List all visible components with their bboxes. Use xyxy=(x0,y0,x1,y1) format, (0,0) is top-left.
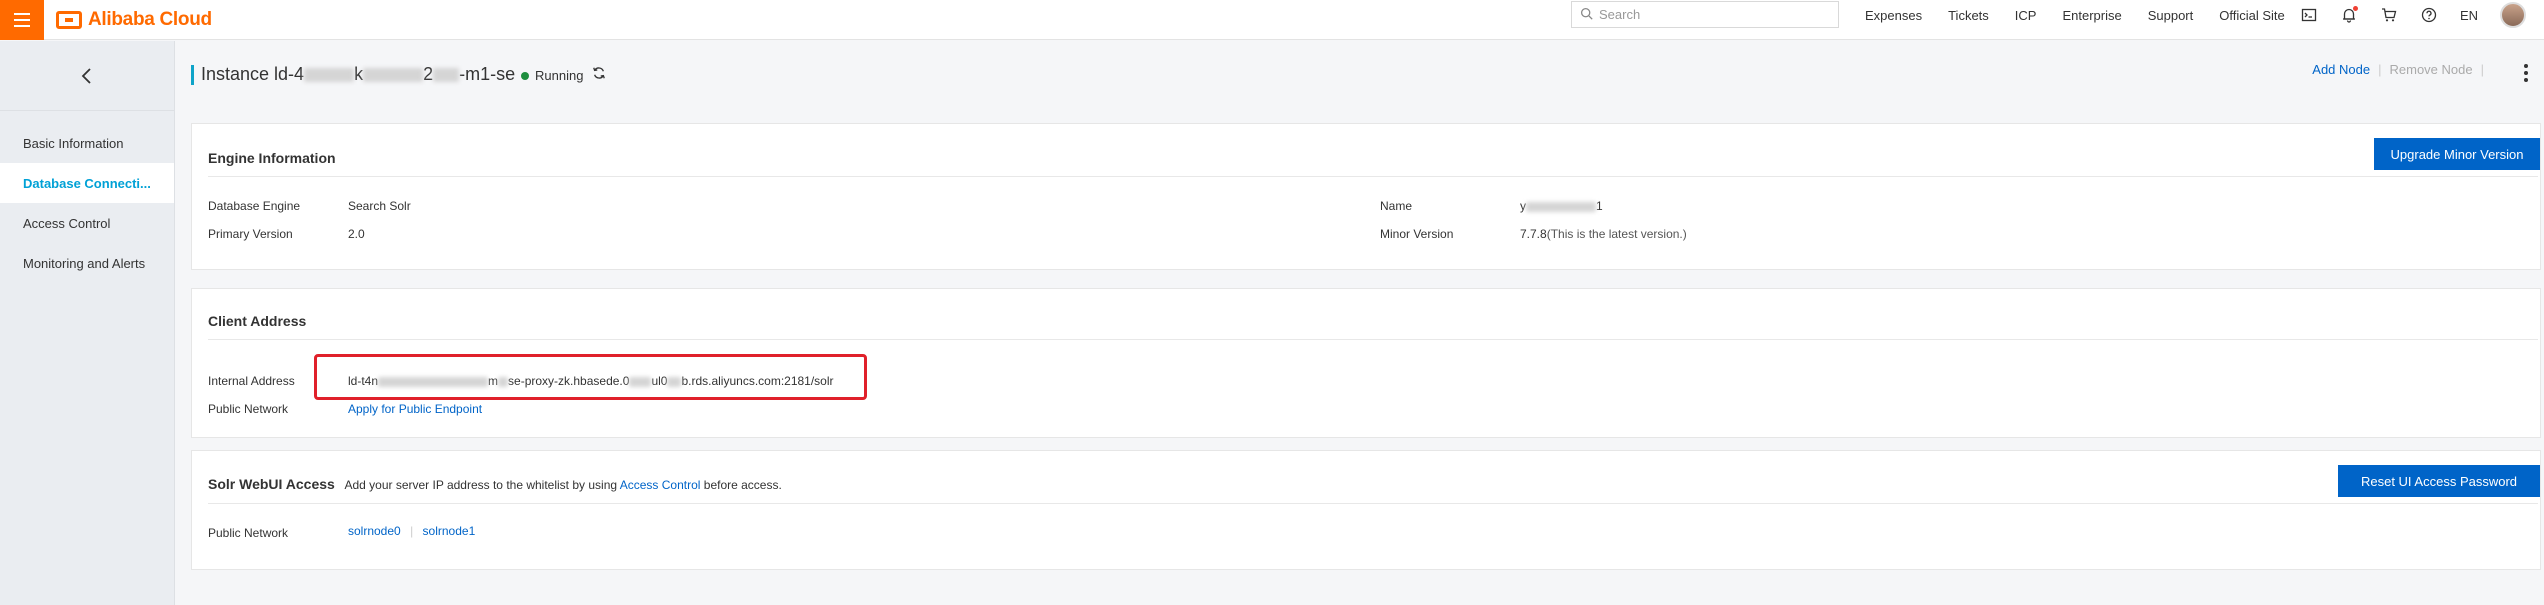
separator: | xyxy=(2480,62,2484,77)
redacted-text xyxy=(1526,201,1596,212)
status-dot xyxy=(521,71,529,80)
internal-address-label: Internal Address xyxy=(208,374,295,388)
hamburger-menu-icon[interactable] xyxy=(0,0,44,40)
main-content: Instance ld-4 k 2 -m1-se Running Add Node |… xyxy=(176,41,2544,605)
redacted-text xyxy=(304,68,355,83)
access-control-link[interactable]: Access Control xyxy=(620,478,701,492)
bell-icon[interactable] xyxy=(2340,6,2358,24)
node-actions: Add Node | Remove Node | xyxy=(2312,62,2484,77)
notification-dot xyxy=(2353,6,2358,11)
sidebar-item-database-connection[interactable]: Database Connecti... xyxy=(0,163,174,203)
terminal-icon[interactable] xyxy=(2300,6,2318,24)
name-value-end: 1 xyxy=(1596,199,1603,213)
desc-after: before access. xyxy=(703,478,782,492)
support-link[interactable]: Support xyxy=(2148,8,2194,23)
top-navigation-bar: Alibaba Cloud Expenses Tickets ICP Enter… xyxy=(0,0,2544,40)
separator: | xyxy=(410,524,414,538)
solr-webui-header: Solr WebUI Access Add your server IP add… xyxy=(208,476,782,492)
desc-before: Add your server IP address to the whitel… xyxy=(344,478,618,492)
separator: | xyxy=(2378,62,2382,77)
remove-node-link[interactable]: Remove Node xyxy=(2390,62,2473,77)
refresh-icon[interactable] xyxy=(592,66,606,83)
database-engine-value: Search Solr xyxy=(348,199,411,213)
title-mid2: 2 xyxy=(423,64,434,84)
enterprise-link[interactable]: Enterprise xyxy=(2062,8,2121,23)
upgrade-minor-version-button[interactable]: Upgrade Minor Version xyxy=(2374,138,2540,170)
search-input[interactable] xyxy=(1599,7,1829,22)
search-icon xyxy=(1580,7,1593,23)
chevron-left-icon xyxy=(81,67,91,84)
sidebar-item-basic-information[interactable]: Basic Information xyxy=(0,123,174,163)
tickets-link[interactable]: Tickets xyxy=(1948,8,1989,23)
apply-public-endpoint-link[interactable]: Apply for Public Endpoint xyxy=(348,402,482,416)
top-icons: EN xyxy=(2300,0,2527,30)
title-mid: k xyxy=(354,64,364,84)
solr-webui-card: Solr WebUI Access Add your server IP add… xyxy=(191,450,2541,570)
language-switch[interactable]: EN xyxy=(2460,8,2478,23)
help-icon[interactable] xyxy=(2420,6,2438,24)
redacted-text xyxy=(363,68,424,83)
divider xyxy=(208,503,2538,504)
top-links: Expenses Tickets ICP Enterprise Support … xyxy=(1865,0,2311,30)
divider xyxy=(208,176,2538,177)
name-label: Name xyxy=(1380,199,1413,213)
database-engine-label: Database Engine xyxy=(208,199,301,213)
primary-version-value: 2.0 xyxy=(348,227,365,241)
primary-version-label: Primary Version xyxy=(208,227,293,241)
client-address-title: Client Address xyxy=(208,313,307,329)
back-button[interactable] xyxy=(0,41,174,111)
add-node-link[interactable]: Add Node xyxy=(2312,62,2370,77)
user-avatar[interactable] xyxy=(2500,2,2527,28)
name-value: y1 xyxy=(1520,199,1603,213)
brand-name: Alibaba Cloud xyxy=(88,8,212,30)
redacted-text xyxy=(433,68,460,83)
official-site-link[interactable]: Official Site xyxy=(2219,8,2285,23)
engine-information-title: Engine Information xyxy=(208,150,336,166)
sidebar-item-monitoring-alerts[interactable]: Monitoring and Alerts xyxy=(0,243,174,283)
title-suffix: -m1-se xyxy=(459,64,516,84)
public-network-label: Public Network xyxy=(208,402,289,416)
solrnode1-link[interactable]: solrnode1 xyxy=(423,524,476,538)
sidebar-item-access-control[interactable]: Access Control xyxy=(0,203,174,243)
search-box[interactable] xyxy=(1571,1,1839,28)
cart-icon[interactable] xyxy=(2380,6,2398,24)
solr-webui-title: Solr WebUI Access xyxy=(208,476,335,492)
webui-public-network-label: Public Network xyxy=(208,526,289,540)
minor-version-label: Minor Version xyxy=(1380,227,1454,241)
client-address-card: Client Address Internal Address ld-t4n m s… xyxy=(191,288,2541,438)
status-text: Running xyxy=(535,68,584,83)
alibaba-logo-icon xyxy=(56,10,82,29)
solrnode0-link[interactable]: solrnode0 xyxy=(348,524,401,538)
alibaba-cloud-logo[interactable]: Alibaba Cloud xyxy=(56,9,212,31)
more-options-icon[interactable] xyxy=(2518,61,2534,85)
solr-node-links: solrnode0 | solrnode1 xyxy=(348,524,475,538)
webui-description: Add your server IP address to the whitel… xyxy=(344,478,781,492)
engine-information-card: Engine Information Upgrade Minor Version… xyxy=(191,123,2541,270)
sidebar: Basic Information Database Connecti... A… xyxy=(0,41,175,605)
reset-ui-access-password-button[interactable]: Reset UI Access Password xyxy=(2338,465,2540,497)
divider xyxy=(208,339,2538,340)
page-title: Instance ld-4 k 2 -m1-se xyxy=(201,64,515,85)
minor-version-note: (This is the latest version.) xyxy=(1546,227,1687,241)
red-highlight-box xyxy=(314,354,867,400)
status-badge: Running xyxy=(521,68,583,83)
minor-version-number: 7.7.8 xyxy=(1520,227,1547,241)
title-accent-bar xyxy=(191,65,194,85)
title-prefix: Instance ld-4 xyxy=(201,64,305,84)
minor-version-value: 7.7.8(This is the latest version.) xyxy=(1520,227,1687,241)
instance-header: Instance ld-4 k 2 -m1-se Running Add Node |… xyxy=(176,41,2544,111)
icp-link[interactable]: ICP xyxy=(2015,8,2037,23)
expenses-link[interactable]: Expenses xyxy=(1865,8,1922,23)
